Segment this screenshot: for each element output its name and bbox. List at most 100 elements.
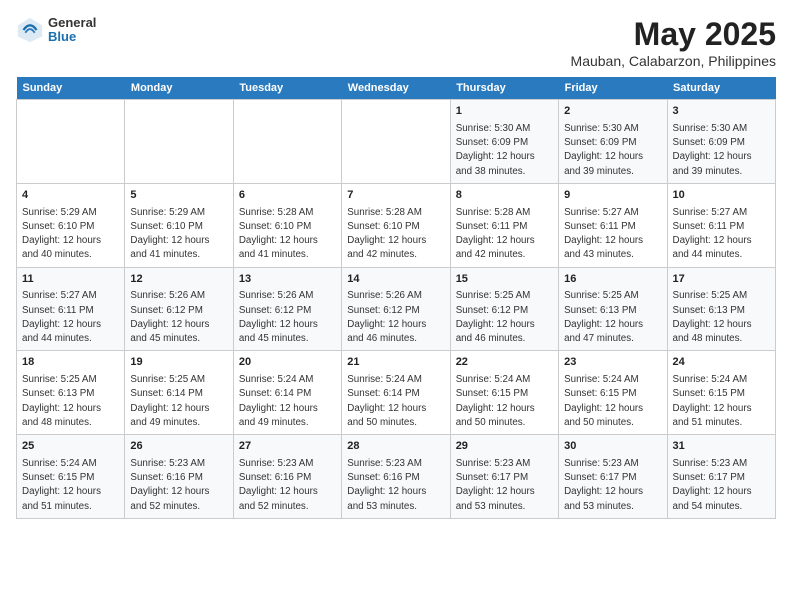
day-number: 26 xyxy=(130,439,227,455)
day-info: Sunrise: 5:29 AM Sunset: 6:10 PM Dayligh… xyxy=(130,206,227,263)
calendar-day: 12Sunrise: 5:26 AM Sunset: 6:12 PM Dayli… xyxy=(125,267,233,351)
calendar-day: 18 Sunrise: 5:25 AM Sunset: 6:13 PM Dayli… xyxy=(17,351,125,435)
day-number: 22 xyxy=(456,355,553,371)
calendar-day: 22Sunrise: 5:24 AM Sunset: 6:15 PM Dayli… xyxy=(450,351,558,435)
weekday-header-tuesday: Tuesday xyxy=(233,77,341,100)
day-info: Sunrise: 5:28 AM Sunset: 6:10 PM Dayligh… xyxy=(239,206,336,263)
day-number: 29 xyxy=(456,439,553,455)
day-info: Sunrise: 5:23 AM Sunset: 6:16 PM Dayligh… xyxy=(239,457,336,514)
weekday-header-row: SundayMondayTuesdayWednesdayThursdayFrid… xyxy=(17,77,776,100)
calendar-day: 21Sunrise: 5:24 AM Sunset: 6:14 PM Dayli… xyxy=(342,351,450,435)
logo-icon xyxy=(16,16,44,44)
day-info: Sunrise: 5:24 AM Sunset: 6:15 PM Dayligh… xyxy=(673,373,770,430)
day-number: 30 xyxy=(564,439,661,455)
day-number: 27 xyxy=(239,439,336,455)
page-subtitle: Mauban, Calabarzon, Philippines xyxy=(571,53,776,69)
day-number: 16 xyxy=(564,272,661,288)
day-number: 10 xyxy=(673,188,770,204)
weekday-header-friday: Friday xyxy=(559,77,667,100)
calendar-day: 30Sunrise: 5:23 AM Sunset: 6:17 PM Dayli… xyxy=(559,435,667,519)
logo-line1: General xyxy=(48,16,96,30)
day-info: Sunrise: 5:23 AM Sunset: 6:17 PM Dayligh… xyxy=(456,457,553,514)
calendar-day: 31Sunrise: 5:23 AM Sunset: 6:17 PM Dayli… xyxy=(667,435,775,519)
day-info: Sunrise: 5:29 AM Sunset: 6:10 PM Dayligh… xyxy=(22,206,119,263)
calendar-day: 25Sunrise: 5:24 AM Sunset: 6:15 PM Dayli… xyxy=(17,435,125,519)
day-number: 5 xyxy=(130,188,227,204)
day-number: 20 xyxy=(239,355,336,371)
day-info: Sunrise: 5:24 AM Sunset: 6:15 PM Dayligh… xyxy=(564,373,661,430)
day-info: Sunrise: 5:26 AM Sunset: 6:12 PM Dayligh… xyxy=(239,289,336,346)
calendar-day: 2 Sunrise: 5:30 AM Sunset: 6:09 PM Daylig… xyxy=(559,100,667,184)
day-number: 25 xyxy=(22,439,119,455)
calendar-table: SundayMondayTuesdayWednesdayThursdayFrid… xyxy=(16,77,776,519)
weekday-header-thursday: Thursday xyxy=(450,77,558,100)
calendar-day: 9 Sunrise: 5:27 AM Sunset: 6:11 PM Daylig… xyxy=(559,183,667,267)
day-number: 6 xyxy=(239,188,336,204)
weekday-header-sunday: Sunday xyxy=(17,77,125,100)
day-number: 8 xyxy=(456,188,553,204)
calendar-day: 19 Sunrise: 5:25 AM Sunset: 6:14 PM Dayli… xyxy=(125,351,233,435)
page-header: General Blue May 2025 Mauban, Calabarzon… xyxy=(16,16,776,69)
day-number: 18 xyxy=(22,355,119,371)
calendar-day: 14Sunrise: 5:26 AM Sunset: 6:12 PM Dayli… xyxy=(342,267,450,351)
day-info: Sunrise: 5:30 AM Sunset: 6:09 PM Dayligh… xyxy=(564,122,661,179)
day-info: Sunrise: 5:28 AM Sunset: 6:10 PM Dayligh… xyxy=(347,206,444,263)
calendar-day: 24 Sunrise: 5:24 AM Sunset: 6:15 PM Dayli… xyxy=(667,351,775,435)
day-info: Sunrise: 5:25 AM Sunset: 6:14 PM Dayligh… xyxy=(130,373,227,430)
day-number: 3 xyxy=(673,104,770,120)
day-number: 17 xyxy=(673,272,770,288)
day-number: 4 xyxy=(22,188,119,204)
logo: General Blue xyxy=(16,16,96,45)
day-number: 9 xyxy=(564,188,661,204)
calendar-day: 8 Sunrise: 5:28 AM Sunset: 6:11 PM Daylig… xyxy=(450,183,558,267)
calendar-day xyxy=(233,100,341,184)
weekday-header-wednesday: Wednesday xyxy=(342,77,450,100)
calendar-day: 29 Sunrise: 5:23 AM Sunset: 6:17 PM Dayli… xyxy=(450,435,558,519)
day-number: 12 xyxy=(130,272,227,288)
calendar-day: 28Sunrise: 5:23 AM Sunset: 6:16 PM Dayli… xyxy=(342,435,450,519)
calendar-week-3: 11Sunrise: 5:27 AM Sunset: 6:11 PM Dayli… xyxy=(17,267,776,351)
day-info: Sunrise: 5:23 AM Sunset: 6:16 PM Dayligh… xyxy=(130,457,227,514)
calendar-day: 13Sunrise: 5:26 AM Sunset: 6:12 PM Dayli… xyxy=(233,267,341,351)
calendar-day: 16Sunrise: 5:25 AM Sunset: 6:13 PM Dayli… xyxy=(559,267,667,351)
day-info: Sunrise: 5:27 AM Sunset: 6:11 PM Dayligh… xyxy=(673,206,770,263)
day-info: Sunrise: 5:25 AM Sunset: 6:13 PM Dayligh… xyxy=(22,373,119,430)
weekday-header-monday: Monday xyxy=(125,77,233,100)
day-info: Sunrise: 5:23 AM Sunset: 6:16 PM Dayligh… xyxy=(347,457,444,514)
logo-line2: Blue xyxy=(48,30,96,44)
page-title: May 2025 xyxy=(571,16,776,53)
day-info: Sunrise: 5:24 AM Sunset: 6:14 PM Dayligh… xyxy=(347,373,444,430)
calendar-day: 6 Sunrise: 5:28 AM Sunset: 6:10 PM Daylig… xyxy=(233,183,341,267)
day-number: 13 xyxy=(239,272,336,288)
calendar-day xyxy=(125,100,233,184)
calendar-week-1: 1Sunrise: 5:30 AM Sunset: 6:09 PM Daylig… xyxy=(17,100,776,184)
day-number: 23 xyxy=(564,355,661,371)
day-number: 2 xyxy=(564,104,661,120)
calendar-day: 26 Sunrise: 5:23 AM Sunset: 6:16 PM Dayli… xyxy=(125,435,233,519)
calendar-day: 27 Sunrise: 5:23 AM Sunset: 6:16 PM Dayli… xyxy=(233,435,341,519)
calendar-day: 1Sunrise: 5:30 AM Sunset: 6:09 PM Daylig… xyxy=(450,100,558,184)
calendar-day xyxy=(342,100,450,184)
day-info: Sunrise: 5:28 AM Sunset: 6:11 PM Dayligh… xyxy=(456,206,553,263)
day-info: Sunrise: 5:25 AM Sunset: 6:13 PM Dayligh… xyxy=(673,289,770,346)
day-info: Sunrise: 5:25 AM Sunset: 6:13 PM Dayligh… xyxy=(564,289,661,346)
calendar-day: 17Sunrise: 5:25 AM Sunset: 6:13 PM Dayli… xyxy=(667,267,775,351)
calendar-day: 5 Sunrise: 5:29 AM Sunset: 6:10 PM Daylig… xyxy=(125,183,233,267)
calendar-day: 4 Sunrise: 5:29 AM Sunset: 6:10 PM Daylig… xyxy=(17,183,125,267)
day-number: 15 xyxy=(456,272,553,288)
day-info: Sunrise: 5:27 AM Sunset: 6:11 PM Dayligh… xyxy=(564,206,661,263)
day-info: Sunrise: 5:30 AM Sunset: 6:09 PM Dayligh… xyxy=(673,122,770,179)
title-block: May 2025 Mauban, Calabarzon, Philippines xyxy=(571,16,776,69)
day-number: 19 xyxy=(130,355,227,371)
weekday-header-saturday: Saturday xyxy=(667,77,775,100)
calendar-week-5: 25Sunrise: 5:24 AM Sunset: 6:15 PM Dayli… xyxy=(17,435,776,519)
calendar-day: 15Sunrise: 5:25 AM Sunset: 6:12 PM Dayli… xyxy=(450,267,558,351)
day-info: Sunrise: 5:24 AM Sunset: 6:14 PM Dayligh… xyxy=(239,373,336,430)
day-number: 14 xyxy=(347,272,444,288)
calendar-day xyxy=(17,100,125,184)
day-info: Sunrise: 5:30 AM Sunset: 6:09 PM Dayligh… xyxy=(456,122,553,179)
day-number: 24 xyxy=(673,355,770,371)
calendar-day: 11Sunrise: 5:27 AM Sunset: 6:11 PM Dayli… xyxy=(17,267,125,351)
day-number: 7 xyxy=(347,188,444,204)
day-info: Sunrise: 5:26 AM Sunset: 6:12 PM Dayligh… xyxy=(347,289,444,346)
